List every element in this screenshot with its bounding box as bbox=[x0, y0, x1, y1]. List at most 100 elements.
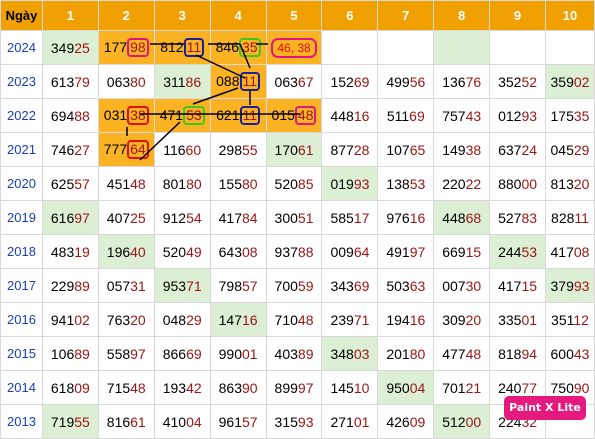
result-cell: 00964 bbox=[321, 234, 379, 269]
number-head: 625 bbox=[50, 175, 75, 192]
result-cell: 71048 bbox=[265, 302, 323, 337]
highlighted-tail-digits: 11 bbox=[239, 106, 261, 125]
number-head: 196 bbox=[106, 243, 131, 260]
result-cell bbox=[377, 30, 435, 65]
tail-digits: 03 bbox=[353, 345, 370, 362]
result-cell: 11660 bbox=[153, 132, 211, 167]
highlighted-tail-digits: 98 bbox=[127, 38, 149, 57]
result-cell: 52085 bbox=[265, 166, 323, 201]
result-cell: 40389 bbox=[265, 336, 323, 371]
result-cell: 04829 bbox=[153, 302, 211, 337]
result-cell: 81320 bbox=[544, 166, 595, 201]
tail-digits: 57 bbox=[241, 413, 258, 430]
year-cell: 2021 bbox=[0, 132, 43, 167]
tail-digits: 30 bbox=[465, 277, 482, 294]
number-head: 694 bbox=[50, 107, 75, 124]
number-head: 990 bbox=[218, 345, 242, 362]
number-head: 866 bbox=[162, 345, 187, 362]
tail-digits: 97 bbox=[74, 209, 90, 226]
number-head: 045 bbox=[550, 141, 574, 158]
number-head: 448 bbox=[330, 107, 354, 124]
result-cell: 29855 bbox=[209, 132, 267, 167]
result-cell: 52049 bbox=[153, 234, 211, 269]
tail-digits: 01 bbox=[241, 345, 258, 362]
result-cell: 81661 bbox=[97, 404, 155, 439]
tail-digits: 53 bbox=[409, 175, 426, 192]
number-head: 426 bbox=[386, 413, 410, 430]
number-head: 899 bbox=[274, 379, 298, 396]
tail-digits: 15 bbox=[521, 277, 538, 294]
number-head: 937 bbox=[274, 243, 298, 260]
number-head: 116 bbox=[163, 141, 186, 158]
number-head: 152 bbox=[330, 73, 354, 90]
number-head: 349 bbox=[50, 39, 75, 56]
result-cell bbox=[433, 30, 491, 65]
result-cell: 22022 bbox=[433, 166, 491, 201]
tail-digits: 22 bbox=[465, 175, 482, 192]
result-cell: 71955 bbox=[41, 404, 99, 439]
result-cell: 35252 bbox=[489, 64, 546, 99]
result-cell bbox=[489, 30, 546, 65]
number-head: 621 bbox=[216, 107, 240, 123]
tail-digits: 69 bbox=[353, 277, 370, 294]
tail-digits: 69 bbox=[353, 73, 370, 90]
table-row: 2015 10689 55897 86669 99001 40389 34803 20180 4… bbox=[0, 336, 595, 371]
result-cell: 31186 bbox=[153, 64, 211, 99]
number-head: 637 bbox=[498, 141, 522, 158]
result-cell: 17535 bbox=[544, 98, 595, 133]
number-head: 106 bbox=[50, 345, 75, 362]
result-cell: 76320 bbox=[97, 302, 155, 337]
result-cell: 30920 bbox=[433, 302, 491, 337]
tail-digits: 21 bbox=[465, 379, 482, 396]
number-head: 201 bbox=[386, 345, 410, 362]
number-head: 048 bbox=[162, 311, 187, 328]
number-head: 359 bbox=[550, 73, 574, 90]
result-cell: 66915 bbox=[433, 234, 491, 269]
tail-digits: 55 bbox=[74, 413, 90, 430]
result-cell: 10765 bbox=[377, 132, 435, 167]
tail-digits: 08 bbox=[241, 243, 258, 260]
tail-digits: 80 bbox=[186, 175, 202, 192]
number-head: 750 bbox=[550, 379, 574, 396]
tail-digits: 01 bbox=[521, 311, 538, 328]
table-row: 2019 61697 40725 91254 41784 30051 58517 97616 4… bbox=[0, 200, 595, 235]
number-head: 520 bbox=[162, 243, 187, 260]
result-cell: 31593 bbox=[265, 404, 323, 439]
result-cell: 14510 bbox=[321, 370, 379, 405]
number-head: 352 bbox=[498, 73, 522, 90]
number-head: 777 bbox=[103, 141, 128, 157]
number-head: 410 bbox=[162, 413, 187, 430]
result-cell: 40725 bbox=[97, 200, 155, 235]
tail-digits: 00 bbox=[465, 413, 482, 430]
result-cell: 44816 bbox=[321, 98, 379, 133]
result-cell: 94102 bbox=[41, 302, 99, 337]
number-head: 880 bbox=[498, 175, 522, 192]
number-head: 063 bbox=[274, 73, 298, 90]
number-head: 585 bbox=[330, 209, 354, 226]
number-head: 240 bbox=[498, 379, 522, 396]
year-cell: 2020 bbox=[0, 166, 43, 201]
year-cell: 2024 bbox=[0, 30, 43, 65]
number-head: 912 bbox=[162, 209, 187, 226]
number-head: 031 bbox=[103, 107, 128, 123]
result-cell: 19416 bbox=[377, 302, 435, 337]
table-row: 2017 22989 05731 95371 79857 70059 34369 50363 0… bbox=[0, 268, 595, 303]
number-head: 512 bbox=[442, 413, 466, 430]
number-head: 417 bbox=[498, 277, 522, 294]
result-cell: 10689 bbox=[41, 336, 99, 371]
tail-digits: 42 bbox=[186, 379, 202, 396]
result-cell: 70059 bbox=[265, 268, 323, 303]
tail-digits: 77 bbox=[521, 379, 538, 396]
tail-digits: 89 bbox=[297, 345, 314, 362]
year-cell: 2019 bbox=[0, 200, 43, 235]
table-row: 2022 69488 031 38 471 53 621 11 015 48 44816 51169 7… bbox=[0, 98, 595, 133]
number-head: 828 bbox=[551, 209, 575, 226]
number-head: 351 bbox=[551, 311, 574, 328]
prediction-pair: 46, 38 bbox=[271, 37, 317, 58]
number-head: 710 bbox=[274, 311, 298, 328]
number-head: 417 bbox=[550, 243, 574, 260]
number-head: 976 bbox=[386, 209, 410, 226]
tail-digits: 28 bbox=[353, 141, 370, 158]
number-head: 300 bbox=[274, 209, 298, 226]
number-head: 229 bbox=[50, 277, 75, 294]
